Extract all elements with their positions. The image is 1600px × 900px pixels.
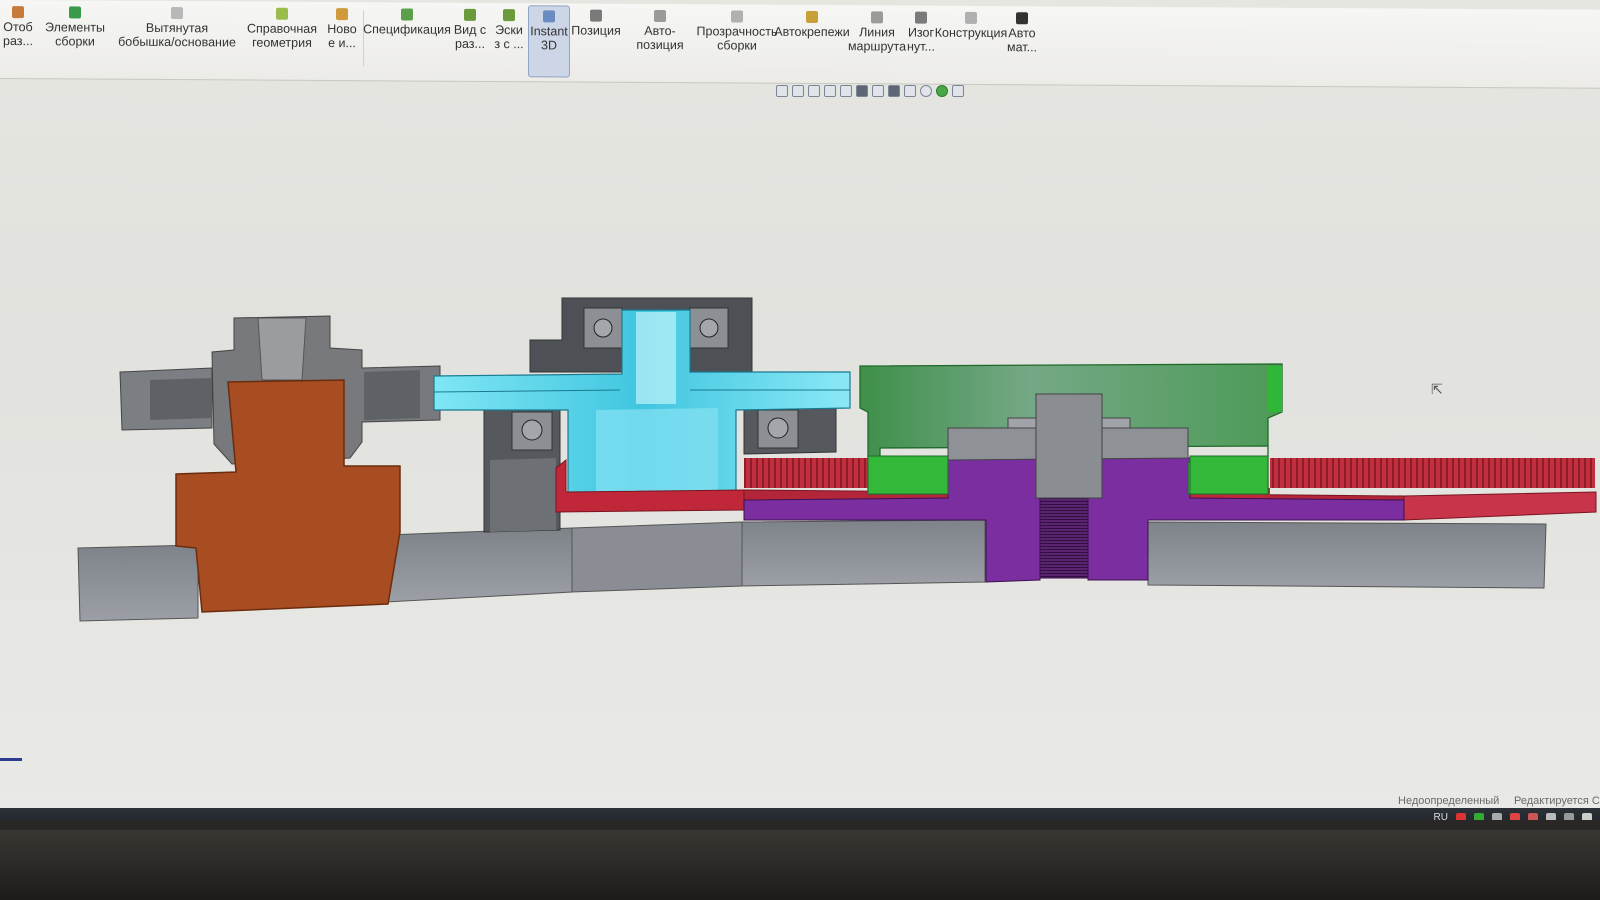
- flag-icon[interactable]: [1528, 812, 1538, 820]
- tray-app-icon[interactable]: [1456, 812, 1466, 820]
- system-tray: RU: [1434, 812, 1592, 820]
- mouse-cursor-icon: ⇱: [1431, 381, 1443, 397]
- cad-screen: Отоб раз... Элементы сборки Вытянутая бобы…: [0, 0, 1600, 820]
- editing-status: Редактируется С: [1514, 795, 1600, 807]
- tray-app-icon[interactable]: [1510, 812, 1520, 820]
- settings-icon[interactable]: [1492, 812, 1502, 820]
- language-indicator[interactable]: RU: [1434, 812, 1448, 820]
- battery-icon[interactable]: [1564, 812, 1574, 820]
- monitor-bezel: [0, 830, 1600, 900]
- tray-app-icon[interactable]: [1474, 812, 1484, 820]
- network-icon[interactable]: [1546, 812, 1556, 820]
- definition-status: Недоопределенный: [1398, 795, 1500, 807]
- coordinate-triad-icon: [0, 758, 22, 761]
- assembly-section-view[interactable]: [0, 0, 1600, 820]
- volume-icon[interactable]: [1582, 812, 1592, 820]
- windows-taskbar: RU: [0, 808, 1600, 820]
